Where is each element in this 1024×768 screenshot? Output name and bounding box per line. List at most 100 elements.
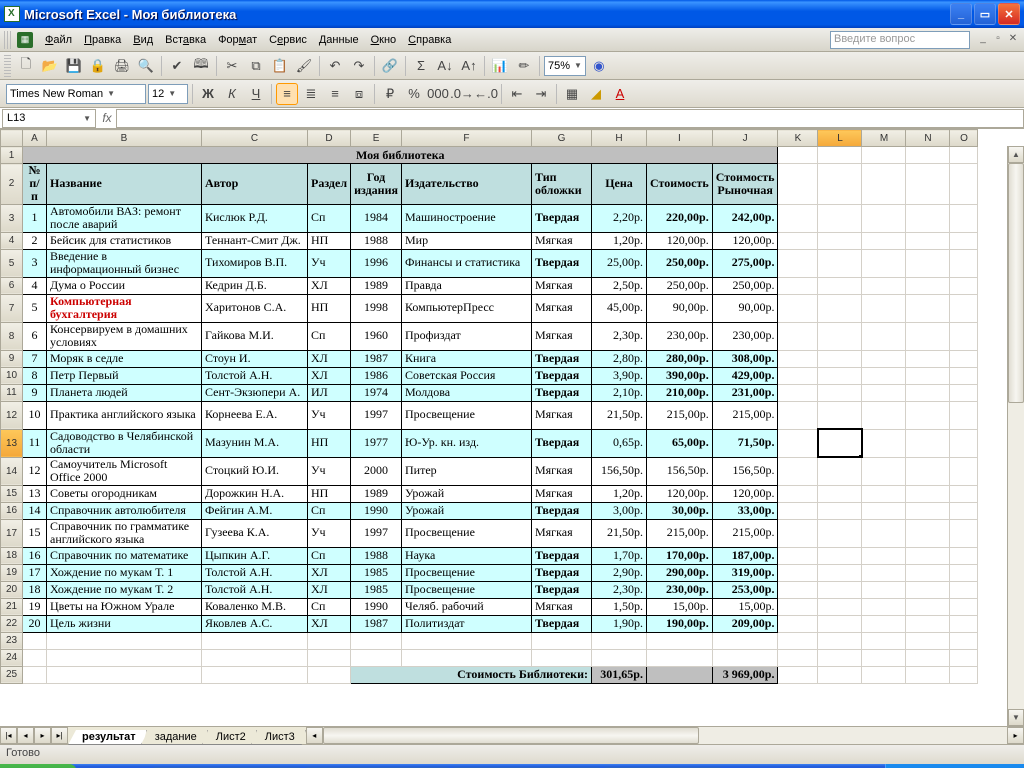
formula-input[interactable] xyxy=(116,109,1024,128)
table-row[interactable]: 5 3 Введение в информационный бизнес Тих… xyxy=(1,249,978,277)
col-header-M[interactable]: M xyxy=(862,130,906,147)
sheet-tab-Лист3[interactable]: Лист3 xyxy=(251,730,306,745)
table-row[interactable]: 21 19 Цветы на Южном Урале Коваленко М.В… xyxy=(1,598,978,615)
hscroll-thumb[interactable] xyxy=(323,727,699,744)
table-row[interactable]: 22 20 Цель жизни Яковлев А.С. ХЛ 1987 По… xyxy=(1,615,978,632)
drawing-icon[interactable]: ✏ xyxy=(513,55,535,77)
tab-next-icon[interactable]: ▸ xyxy=(34,727,51,744)
row-header-13[interactable]: 13 xyxy=(1,429,23,457)
sheet-tab-результат[interactable]: результат xyxy=(68,730,147,745)
row-header-25[interactable]: 25 xyxy=(1,666,23,683)
print-icon[interactable]: 🖨 xyxy=(111,55,133,77)
row-header-14[interactable]: 14 xyxy=(1,457,23,485)
table-row[interactable]: 7 5 Компьютерная бухгалтерия Харитонов С… xyxy=(1,294,978,322)
row-header-22[interactable]: 22 xyxy=(1,615,23,632)
row-header-9[interactable]: 9 xyxy=(1,350,23,367)
name-box[interactable]: L13▼ xyxy=(2,109,96,128)
scroll-right-icon[interactable]: ▸ xyxy=(1007,727,1024,744)
table-row[interactable]: 20 18 Хождение по мукам Т. 2 Толстой А.Н… xyxy=(1,581,978,598)
spelling-icon[interactable]: ✔ xyxy=(166,55,188,77)
tab-first-icon[interactable]: |◂ xyxy=(0,727,17,744)
minimize-button[interactable]: _ xyxy=(950,3,972,25)
permission-icon[interactable]: 🔒 xyxy=(87,55,109,77)
close-button[interactable]: ✕ xyxy=(998,3,1020,25)
help-search-input[interactable]: Введите вопрос xyxy=(830,31,970,49)
dec-indent-icon[interactable]: ⇤ xyxy=(506,83,528,105)
col-header-C[interactable]: C xyxy=(202,130,308,147)
menu-file[interactable]: Файл xyxy=(39,31,78,49)
row-header-11[interactable]: 11 xyxy=(1,384,23,401)
col-header-K[interactable]: K xyxy=(778,130,818,147)
menu-help[interactable]: Справка xyxy=(402,31,457,49)
col-header-I[interactable]: I xyxy=(646,130,712,147)
menu-view[interactable]: Вид xyxy=(127,31,159,49)
doc-close-button[interactable]: ✕ xyxy=(1006,33,1020,47)
horizontal-scrollbar[interactable]: ◂ ▸ xyxy=(306,727,1024,744)
row-header-24[interactable]: 24 xyxy=(1,649,23,666)
sort-desc-icon[interactable]: A↑ xyxy=(458,55,480,77)
table-row[interactable]: 16 14 Справочник автолюбителя Фейгин А.М… xyxy=(1,502,978,519)
inc-decimal-icon[interactable]: .0→ xyxy=(451,83,473,105)
menu-window[interactable]: Окно xyxy=(365,31,403,49)
italic-icon[interactable]: К xyxy=(221,83,243,105)
table-row[interactable]: 18 16 Справочник по математике Цыпкин А.… xyxy=(1,547,978,564)
row-header-7[interactable]: 7 xyxy=(1,294,23,322)
hyperlink-icon[interactable]: 🔗 xyxy=(379,55,401,77)
tab-last-icon[interactable]: ▸| xyxy=(51,727,68,744)
underline-icon[interactable]: Ч xyxy=(245,83,267,105)
menu-handle[interactable] xyxy=(4,31,13,49)
align-right-icon[interactable]: ≡ xyxy=(324,83,346,105)
chart-icon[interactable]: 📊 xyxy=(489,55,511,77)
fx-icon[interactable]: fx xyxy=(98,111,116,125)
table-row[interactable]: 6 4 Дума о России Кедрин Д.Б. ХЛ 1989 Пр… xyxy=(1,277,978,294)
col-header-L[interactable]: L xyxy=(818,130,862,147)
scroll-down-icon[interactable]: ▼ xyxy=(1008,709,1024,726)
row-header-15[interactable]: 15 xyxy=(1,485,23,502)
col-header-J[interactable]: J xyxy=(712,130,778,147)
select-all-button[interactable] xyxy=(1,130,23,147)
cut-icon[interactable]: ✂ xyxy=(221,55,243,77)
table-row[interactable]: 19 17 Хождение по мукам Т. 1 Толстой А.Н… xyxy=(1,564,978,581)
row-header-10[interactable]: 10 xyxy=(1,367,23,384)
sort-asc-icon[interactable]: A↓ xyxy=(434,55,456,77)
row-header-8[interactable]: 8 xyxy=(1,322,23,350)
col-header-A[interactable]: A xyxy=(23,130,47,147)
help-icon[interactable]: ◉ xyxy=(588,55,610,77)
align-left-icon[interactable]: ≡ xyxy=(276,83,298,105)
table-row[interactable]: 12 10 Практика английского языка Корнеев… xyxy=(1,401,978,429)
table-row[interactable]: 3 1 Автомобили ВАЗ: ремонт после аварий … xyxy=(1,204,978,232)
inc-indent-icon[interactable]: ⇥ xyxy=(530,83,552,105)
align-center-icon[interactable]: ≣ xyxy=(300,83,322,105)
table-row[interactable]: 10 8 Петр Первый Толстой А.Н. ХЛ 1986 Со… xyxy=(1,367,978,384)
menu-insert[interactable]: Вставка xyxy=(159,31,212,49)
table-row[interactable]: 9 7 Моряк в седле Стоун И. ХЛ 1987 Книга… xyxy=(1,350,978,367)
table-row[interactable]: 14 12 Самоучитель Microsoft Office 2000 … xyxy=(1,457,978,485)
col-header-N[interactable]: N xyxy=(906,130,950,147)
toolbar-handle[interactable] xyxy=(4,55,11,77)
row-header-5[interactable]: 5 xyxy=(1,249,23,277)
table-row[interactable]: 8 6 Консервируем в домашних условиях Гай… xyxy=(1,322,978,350)
start-button[interactable]: пуск xyxy=(0,764,77,768)
doc-minimize-button[interactable]: _ xyxy=(976,33,990,47)
autosum-icon[interactable]: Σ xyxy=(410,55,432,77)
merge-icon[interactable]: ⧈ xyxy=(348,83,370,105)
open-icon[interactable]: 📂 xyxy=(39,55,61,77)
scroll-left-icon[interactable]: ◂ xyxy=(306,727,323,744)
row-header-2[interactable]: 2 xyxy=(1,164,23,205)
percent-icon[interactable]: % xyxy=(403,83,425,105)
col-header-G[interactable]: G xyxy=(531,130,591,147)
col-header-O[interactable]: O xyxy=(950,130,978,147)
col-header-B[interactable]: B xyxy=(47,130,202,147)
row-header-20[interactable]: 20 xyxy=(1,581,23,598)
col-header-E[interactable]: E xyxy=(351,130,402,147)
redo-icon[interactable]: ↷ xyxy=(348,55,370,77)
save-icon[interactable]: 💾 xyxy=(63,55,85,77)
row-header-17[interactable]: 17 xyxy=(1,519,23,547)
menu-tools[interactable]: Сервис xyxy=(263,31,313,49)
research-icon[interactable]: 🕮 xyxy=(190,55,212,77)
copy-icon[interactable]: ⧉ xyxy=(245,55,267,77)
format-painter-icon[interactable]: 🖌 xyxy=(293,55,315,77)
new-icon[interactable]: 🗋 xyxy=(15,55,37,77)
size-combo[interactable]: 12▼ xyxy=(148,84,188,104)
table-row[interactable]: 4 2 Бейсик для статистиков Теннант-Смит … xyxy=(1,232,978,249)
